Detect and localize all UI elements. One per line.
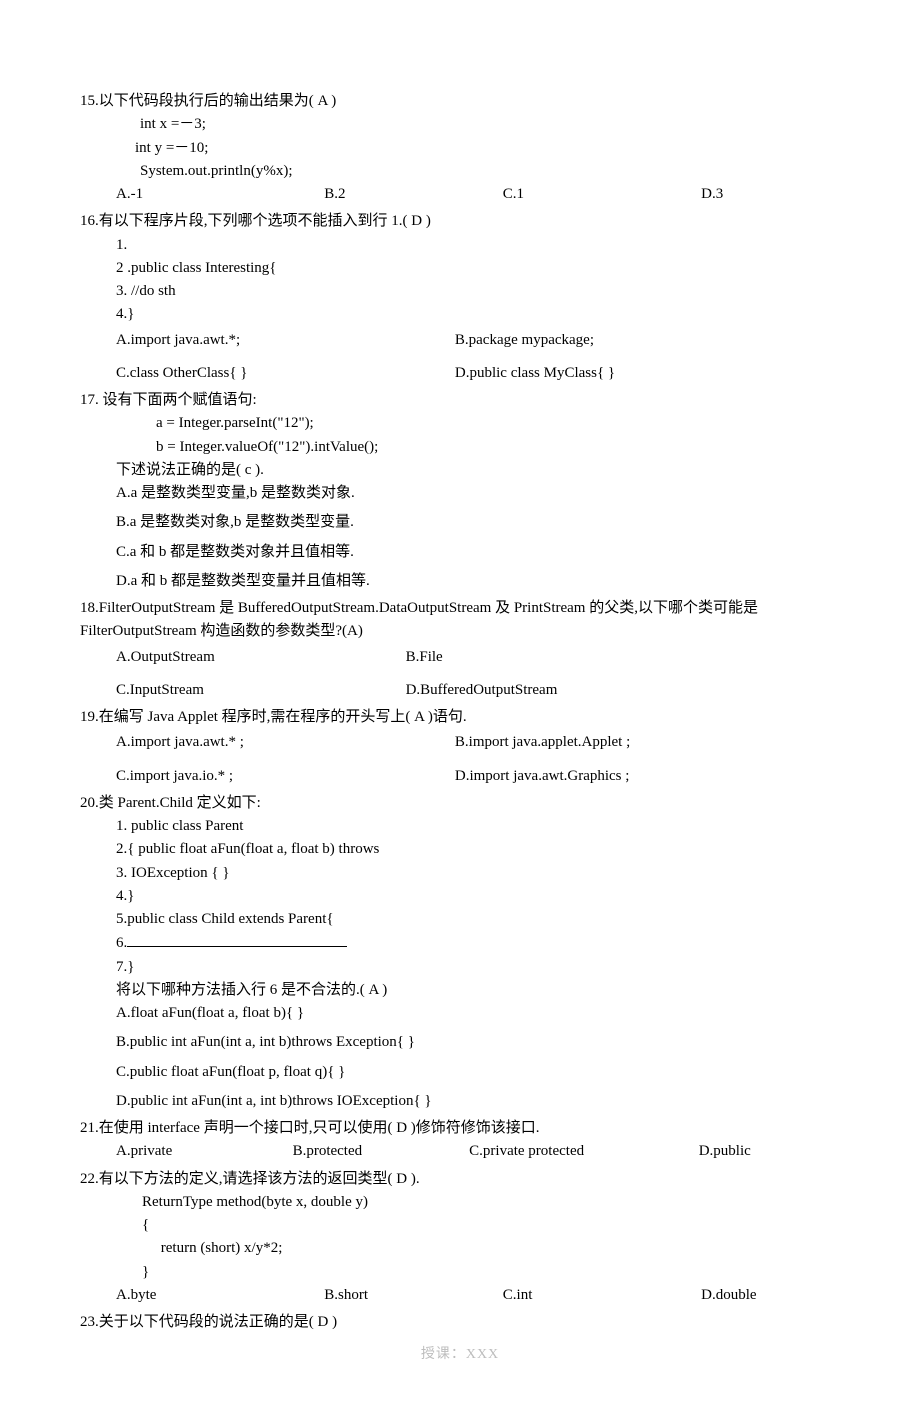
q20-code: 3. IOException { } bbox=[80, 862, 840, 885]
q16-row1: A.import java.awt.*; B.package mypackage… bbox=[80, 329, 840, 352]
q16-code: 2 .public class Interesting{ bbox=[80, 257, 840, 280]
q22-options: A.byte B.short C.int D.double bbox=[80, 1284, 840, 1307]
q21-options: A.private B.protected C.private protecte… bbox=[80, 1140, 840, 1163]
option-c: C.1 bbox=[503, 183, 701, 206]
option-a: A.byte bbox=[116, 1284, 324, 1307]
q20-code: 2.{ public float aFun(float a, float b) … bbox=[80, 838, 840, 861]
option-c: C.import java.io.* ; bbox=[116, 765, 455, 788]
option-d: D.BufferedOutputStream bbox=[406, 679, 840, 702]
q20-head: 20.类 Parent.Child 定义如下: bbox=[80, 792, 840, 815]
q16-row2: C.class OtherClass{ } D.public class MyC… bbox=[80, 362, 840, 385]
option-d: D.public bbox=[699, 1140, 840, 1163]
document-page: 15.以下代码段执行后的输出结果为( A ) int x =－3; int y … bbox=[0, 0, 920, 1406]
option-c: C.class OtherClass{ } bbox=[116, 362, 455, 385]
option-c: C.public float aFun(float p, float q){ } bbox=[80, 1061, 840, 1084]
option-c: C.InputStream bbox=[116, 679, 406, 702]
question-19: 19.在编写 Java Applet 程序时,需在程序的开头写上( A )语句.… bbox=[80, 706, 840, 788]
option-c: C.private protected bbox=[469, 1140, 699, 1163]
option-c: C.a 和 b 都是整数类对象并且值相等. bbox=[80, 541, 840, 564]
q18-row1: A.OutputStream B.File bbox=[80, 646, 840, 669]
option-c: C.int bbox=[503, 1284, 701, 1307]
option-b: B.protected bbox=[293, 1140, 470, 1163]
question-22: 22.有以下方法的定义,请选择该方法的返回类型( D ). ReturnType… bbox=[80, 1168, 840, 1308]
option-a: A.OutputStream bbox=[116, 646, 406, 669]
option-a: A.private bbox=[116, 1140, 293, 1163]
q22-code: } bbox=[80, 1261, 840, 1284]
option-b: B.package mypackage; bbox=[455, 329, 840, 352]
q20-sub: 将以下哪种方法插入行 6 是不合法的.( A ) bbox=[80, 979, 840, 1002]
question-21: 21.在使用 interface 声明一个接口时,只可以使用( D )修饰符修饰… bbox=[80, 1117, 840, 1164]
q19-head: 19.在编写 Java Applet 程序时,需在程序的开头写上( A )语句. bbox=[80, 706, 840, 729]
option-a: A.float aFun(float a, float b){ } bbox=[80, 1002, 840, 1025]
q15-code: System.out.println(y%x); bbox=[80, 160, 840, 183]
page-footer: 授课：XXX bbox=[80, 1344, 840, 1366]
q20-code: 1. public class Parent bbox=[80, 815, 840, 838]
question-18: 18.FilterOutputStream 是 BufferedOutputSt… bbox=[80, 597, 840, 702]
q20-code: 6. bbox=[80, 931, 840, 955]
option-b: B.2 bbox=[324, 183, 503, 206]
option-d: D.3 bbox=[701, 183, 840, 206]
q20-code: 5.public class Child extends Parent{ bbox=[80, 908, 840, 931]
q19-row2: C.import java.io.* ; D.import java.awt.G… bbox=[80, 765, 840, 788]
line6-prefix: 6. bbox=[116, 935, 127, 951]
q17-code: a = Integer.parseInt("12"); bbox=[80, 412, 840, 435]
question-23: 23.关于以下代码段的说法正确的是( D ) bbox=[80, 1311, 840, 1334]
question-15: 15.以下代码段执行后的输出结果为( A ) int x =－3; int y … bbox=[80, 90, 840, 206]
q18-head: 18.FilterOutputStream 是 BufferedOutputSt… bbox=[80, 597, 840, 644]
blank-line bbox=[127, 931, 347, 947]
option-d: D.import java.awt.Graphics ; bbox=[455, 765, 840, 788]
q19-row1: A.import java.awt.* ; B.import java.appl… bbox=[80, 731, 840, 754]
q16-head: 16.有以下程序片段,下列哪个选项不能插入到行 1.( D ) bbox=[80, 210, 840, 233]
q16-code: 4.} bbox=[80, 303, 840, 326]
option-b: B.File bbox=[406, 646, 840, 669]
q22-head: 22.有以下方法的定义,请选择该方法的返回类型( D ). bbox=[80, 1168, 840, 1191]
q16-code: 1. bbox=[80, 234, 840, 257]
q15-options: A.-1 B.2 C.1 D.3 bbox=[80, 183, 840, 206]
q15-code: int y =－10; bbox=[80, 137, 840, 160]
option-a: A.a 是整数类型变量,b 是整数类对象. bbox=[80, 482, 840, 505]
question-17: 17. 设有下面两个赋值语句: a = Integer.parseInt("12… bbox=[80, 389, 840, 593]
question-16: 16.有以下程序片段,下列哪个选项不能插入到行 1.( D ) 1. 2 .pu… bbox=[80, 210, 840, 385]
q21-head: 21.在使用 interface 声明一个接口时,只可以使用( D )修饰符修饰… bbox=[80, 1117, 840, 1140]
option-a: A.import java.awt.* ; bbox=[116, 731, 455, 754]
q15-head: 15.以下代码段执行后的输出结果为( A ) bbox=[80, 90, 840, 113]
question-20: 20.类 Parent.Child 定义如下: 1. public class … bbox=[80, 792, 840, 1113]
option-d: D.public class MyClass{ } bbox=[455, 362, 840, 385]
option-b: B.public int aFun(int a, int b)throws Ex… bbox=[80, 1031, 840, 1054]
q20-code: 7.} bbox=[80, 956, 840, 979]
q17-sub: 下述说法正确的是( c ). bbox=[80, 459, 840, 482]
option-d: D.double bbox=[701, 1284, 840, 1307]
option-a: A.import java.awt.*; bbox=[116, 329, 455, 352]
q22-code: return (short) x/y*2; bbox=[80, 1237, 840, 1260]
option-b: B.import java.applet.Applet ; bbox=[455, 731, 840, 754]
q23-head: 23.关于以下代码段的说法正确的是( D ) bbox=[80, 1311, 840, 1334]
q15-code: int x =－3; bbox=[80, 113, 840, 136]
q17-head: 17. 设有下面两个赋值语句: bbox=[80, 389, 840, 412]
q16-code: 3. //do sth bbox=[80, 280, 840, 303]
q17-code: b = Integer.valueOf("12").intValue(); bbox=[80, 436, 840, 459]
q22-code: { bbox=[80, 1214, 840, 1237]
q22-code: ReturnType method(byte x, double y) bbox=[80, 1191, 840, 1214]
option-a: A.-1 bbox=[116, 183, 324, 206]
q18-row2: C.InputStream D.BufferedOutputStream bbox=[80, 679, 840, 702]
option-d: D.a 和 b 都是整数类型变量并且值相等. bbox=[80, 570, 840, 593]
option-d: D.public int aFun(int a, int b)throws IO… bbox=[80, 1090, 840, 1113]
option-b: B.a 是整数类对象,b 是整数类型变量. bbox=[80, 511, 840, 534]
option-b: B.short bbox=[324, 1284, 503, 1307]
q20-code: 4.} bbox=[80, 885, 840, 908]
